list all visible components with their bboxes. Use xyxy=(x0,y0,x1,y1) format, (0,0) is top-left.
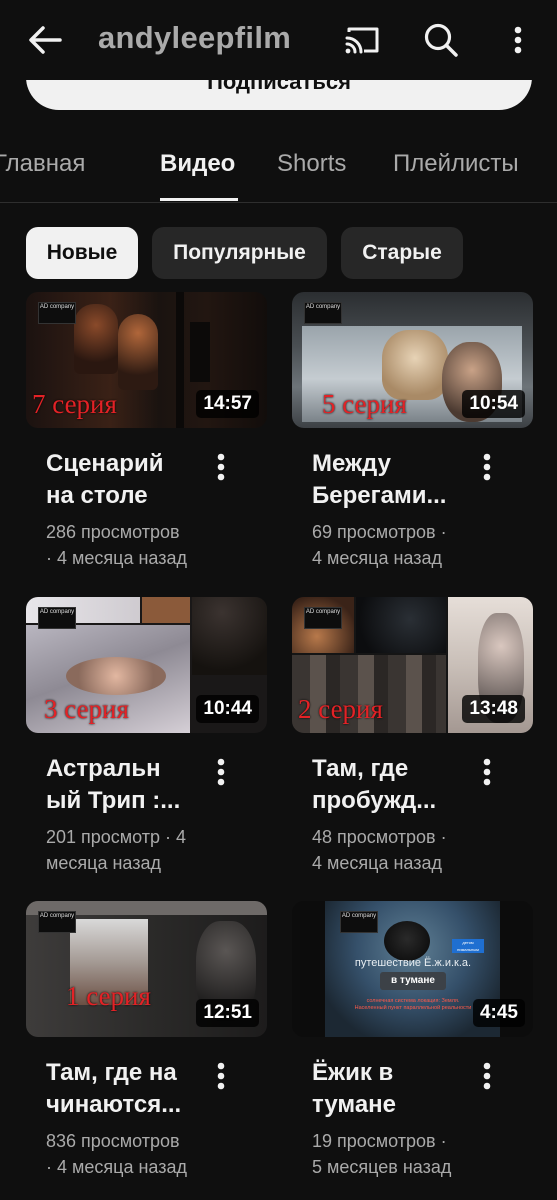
video-meta: 69 просмотров · 4 месяца назад xyxy=(312,522,447,568)
video-meta: 836 просмотров · 4 месяца назад xyxy=(46,1131,187,1177)
channel-badge: AD company xyxy=(340,911,378,933)
video-meta: 286 просмотров · 4 месяца назад xyxy=(46,522,187,568)
video-thumbnail[interactable]: AD company 1 серия 12:51 xyxy=(26,901,267,1037)
thumbnail-panel xyxy=(192,597,267,675)
more-vertical-icon[interactable] xyxy=(500,18,536,62)
video-duration: 10:44 xyxy=(196,695,259,723)
chip-oldest[interactable]: Старые xyxy=(341,227,463,279)
chip-popular[interactable]: Популярные xyxy=(152,227,327,279)
tab-playlists[interactable]: Плейлисты xyxy=(393,150,519,178)
channel-badge: AD company xyxy=(38,911,76,933)
thumbnail-panel xyxy=(356,597,446,653)
search-icon[interactable] xyxy=(418,18,464,62)
thumbnail-figure xyxy=(118,314,158,390)
video-title[interactable]: Ёжик в тумане xyxy=(312,1057,472,1121)
video-title[interactable]: Сценарий на столе xyxy=(46,448,206,512)
video-thumbnail[interactable]: AD company 2 серия 13:48 xyxy=(292,597,533,733)
video-thumbnail[interactable]: AD company 5 серия 10:54 xyxy=(292,292,533,428)
video-thumbnail[interactable]: AD company 3 серия 10:44 xyxy=(26,597,267,733)
channel-badge: AD company xyxy=(38,607,76,629)
video-thumbnail[interactable]: AD company 7 серия 14:57 xyxy=(26,292,267,428)
video-title[interactable]: Там, где пробужд... xyxy=(312,753,472,817)
chip-newest[interactable]: Новые xyxy=(26,227,138,279)
poster-subtitle: в тумане xyxy=(380,972,446,990)
thumbnail-figure xyxy=(74,304,118,374)
video-duration: 10:54 xyxy=(462,390,525,418)
thumbnail-figure xyxy=(190,322,210,382)
active-tab-indicator xyxy=(160,198,238,201)
video-duration: 4:45 xyxy=(472,999,525,1027)
video-duration: 13:48 xyxy=(462,695,525,723)
more-vertical-icon[interactable] xyxy=(474,450,500,484)
channel-badge: AD company xyxy=(304,607,342,629)
episode-label: 5 серия xyxy=(322,389,407,419)
episode-label: 7 серия xyxy=(32,389,117,419)
tab-shorts[interactable]: Shorts xyxy=(277,150,346,178)
channel-name: andyleepfilm xyxy=(98,20,292,55)
video-meta: 201 просмотр · 4 месяца назад xyxy=(46,827,187,873)
more-vertical-icon[interactable] xyxy=(208,450,234,484)
poster-title: путешествие Ё.ж.и.к.а. xyxy=(354,957,472,969)
more-vertical-icon[interactable] xyxy=(474,755,500,789)
top-app-bar: andyleepfilm xyxy=(0,0,557,80)
tab-videos[interactable]: Видео xyxy=(160,150,235,178)
channel-tabs: Главная Видео Shorts Плейлисты xyxy=(0,122,557,203)
tab-home[interactable]: Главная xyxy=(0,150,85,178)
thumbnail-person xyxy=(66,657,166,695)
video-thumbnail[interactable]: AD company детям нимальным путешествие Ё… xyxy=(292,901,533,1037)
video-title[interactable]: Между Берегами... xyxy=(312,448,472,512)
thumbnail-gasmask xyxy=(384,921,430,961)
video-meta: 48 просмотров · 4 месяца назад xyxy=(312,827,447,873)
thumbnail-divider xyxy=(176,292,184,428)
video-duration: 14:57 xyxy=(196,390,259,418)
episode-label: 1 серия xyxy=(66,981,151,1011)
episode-label: 2 серия xyxy=(298,694,383,724)
video-meta: 19 просмотров · 5 месяцев назад xyxy=(312,1131,452,1177)
more-vertical-icon[interactable] xyxy=(474,1059,500,1093)
thumbnail-panel xyxy=(142,597,190,623)
video-title[interactable]: Там, где на чинаются... xyxy=(46,1057,216,1121)
more-vertical-icon[interactable] xyxy=(208,1059,234,1093)
cast-icon[interactable] xyxy=(340,20,386,60)
episode-label: 3 серия xyxy=(44,694,129,724)
channel-badge: AD company xyxy=(38,302,76,324)
arrow-left-icon[interactable] xyxy=(22,20,68,60)
video-duration: 12:51 xyxy=(196,999,259,1027)
poster-tag: детям нимальным xyxy=(452,939,484,953)
poster-caption: солнечная система локация: Земля. Населе… xyxy=(354,998,472,1011)
video-title[interactable]: Астральн ый Трип :... xyxy=(46,753,206,817)
more-vertical-icon[interactable] xyxy=(208,755,234,789)
channel-badge: AD company xyxy=(304,302,342,324)
